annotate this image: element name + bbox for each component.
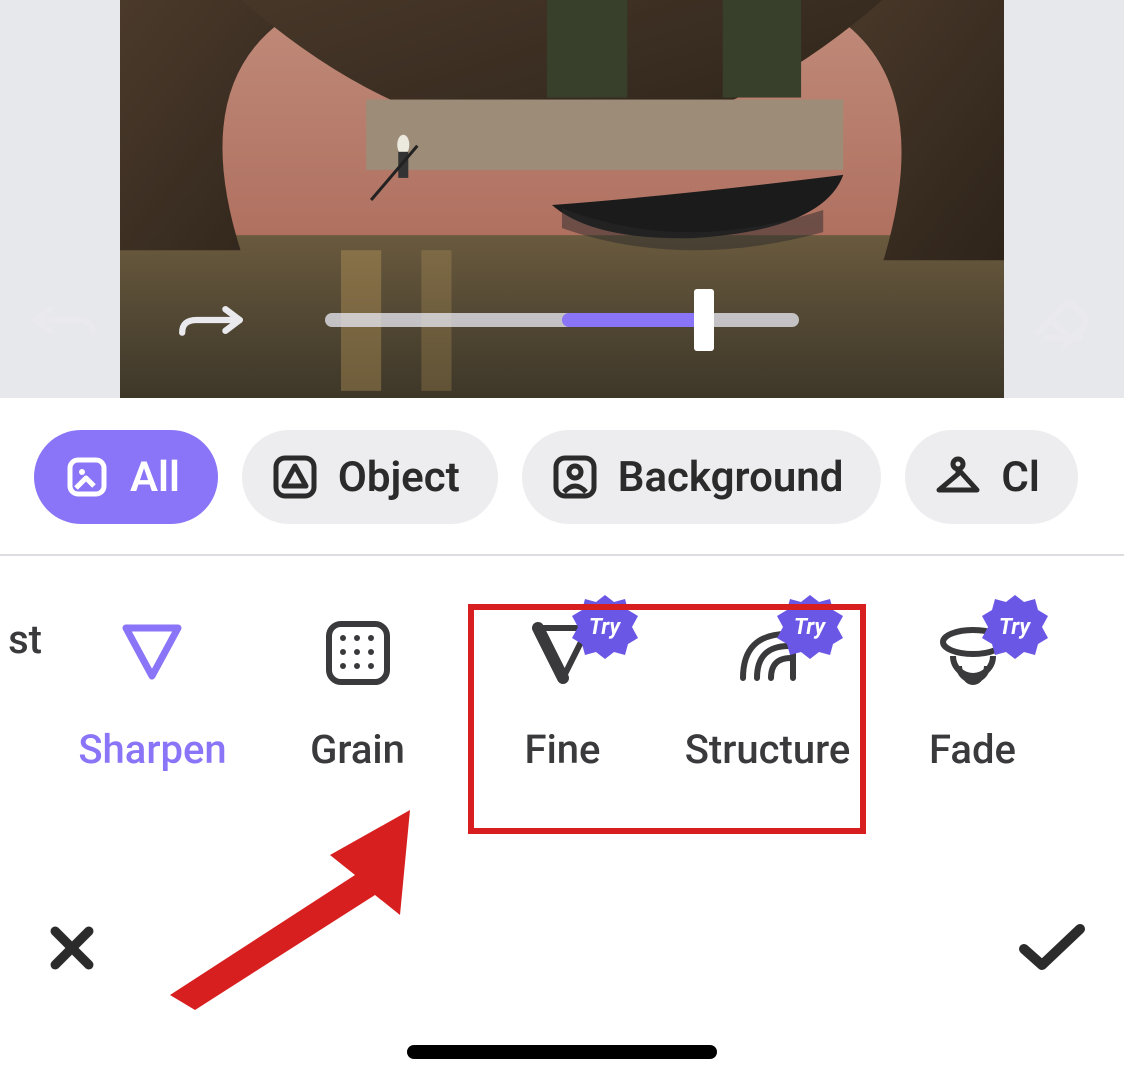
bottom-bar [0,873,1124,1083]
try-badge-label: Try [589,615,620,640]
try-badge-label: Try [999,615,1030,640]
slider-fill [562,313,704,327]
cancel-button[interactable] [36,912,108,984]
try-badge-label: Try [794,615,825,640]
fade-icon: Try [936,616,1010,690]
eraser-button[interactable] [1024,290,1096,350]
try-badge: Try [775,592,845,662]
effects-row: st Sharpen Grain Try Fine Try Structure Try Fade [0,556,1124,856]
effect-label: Grain [310,726,405,773]
home-indicator [407,1045,717,1059]
try-badge: Try [980,592,1050,662]
grain-icon [321,616,395,690]
effect-label: Fade [929,726,1016,773]
effect-label: st [8,616,42,663]
object-icon [270,452,320,502]
effect-structure[interactable]: Try Structure [665,616,870,773]
effect-label: Sharpen [78,726,226,773]
scope-tab-background[interactable]: Background [522,430,882,524]
structure-icon: Try [731,616,805,690]
image-preview [0,0,1124,398]
scope-tab-label: Object [338,453,460,502]
triangle-down [116,616,190,690]
apply-button[interactable] [1016,912,1088,984]
effect-fine[interactable]: Try Fine [460,616,665,773]
hanger-icon [933,452,983,502]
scope-tab-row: All Object Background Cl [0,398,1124,554]
scope-tab-label: Background [618,453,844,502]
effect-grain[interactable]: Grain [255,616,460,773]
effect-label: Structure [685,726,851,773]
scope-tab-all[interactable]: All [34,430,218,524]
effect-sharpen[interactable]: Sharpen [50,616,255,773]
edited-photo [120,0,1004,398]
effect-fade[interactable]: Try Fade [870,616,1075,773]
effect-prev_cut[interactable]: st [0,616,50,663]
intensity-slider[interactable] [325,310,799,330]
scope-tab-label: Cl [1001,453,1039,502]
redo-button[interactable] [175,290,247,350]
scope-tab-object[interactable]: Object [242,430,498,524]
slider-thumb[interactable] [694,289,714,351]
try-badge: Try [570,592,640,662]
layer-icon [62,452,112,502]
fine-icon: Try [526,616,600,690]
scope-tab-label: All [130,453,180,502]
scope-tab-clothes[interactable]: Cl [905,430,1077,524]
undo-button[interactable] [28,290,100,350]
person-icon [550,452,600,502]
effect-label: Fine [525,726,601,773]
